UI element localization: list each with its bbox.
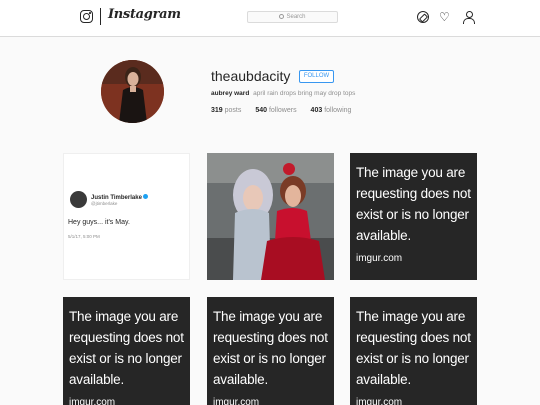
missing-image-site: imgur.com bbox=[69, 397, 116, 405]
missing-image-site: imgur.com bbox=[356, 253, 403, 264]
followers-stat[interactable]: 540 followers bbox=[255, 107, 296, 114]
activity-heart-icon[interactable]: ♡ bbox=[439, 11, 451, 23]
instagram-wordmark[interactable]: Instagram bbox=[108, 7, 181, 22]
profile-avatar[interactable] bbox=[101, 60, 164, 123]
tweet-author-handle: @jtimberlake bbox=[91, 201, 118, 206]
profile-username: theaubdacity bbox=[211, 68, 291, 84]
post-photo[interactable] bbox=[207, 153, 334, 280]
posts-stat: 319 posts bbox=[211, 107, 242, 114]
search-icon bbox=[279, 13, 285, 19]
missing-image-site: imgur.com bbox=[213, 397, 260, 405]
logo-divider bbox=[100, 8, 101, 25]
profile-user-icon[interactable] bbox=[462, 11, 475, 24]
post-missing-image[interactable]: The image you are requesting does not ex… bbox=[207, 297, 334, 405]
missing-image-message: The image you are requesting does not ex… bbox=[356, 165, 471, 243]
profile-full-name: aubrey ward bbox=[211, 90, 250, 97]
missing-image-message: The image you are requesting does not ex… bbox=[69, 309, 184, 387]
explore-compass-icon[interactable] bbox=[417, 11, 429, 23]
verified-badge-icon bbox=[142, 194, 148, 199]
post-missing-image[interactable]: The image you are requesting does not ex… bbox=[63, 297, 190, 405]
tweet-author-name: Justin Timberlake bbox=[91, 194, 148, 201]
post-tweet-screenshot[interactable]: Justin Timberlake @jtimberlake Hey guys.… bbox=[63, 153, 190, 280]
following-stat[interactable]: 403 following bbox=[311, 107, 352, 114]
missing-image-site: imgur.com bbox=[356, 397, 403, 405]
missing-image-message: The image you are requesting does not ex… bbox=[356, 309, 471, 387]
search-input[interactable]: Search bbox=[247, 11, 338, 23]
tweet-date: 5/1/17, 5:00 PM bbox=[68, 234, 100, 239]
post-missing-image[interactable]: The image you are requesting does not ex… bbox=[350, 153, 477, 280]
missing-image-message: The image you are requesting does not ex… bbox=[213, 309, 328, 387]
post-missing-image[interactable]: The image you are requesting does not ex… bbox=[350, 297, 477, 405]
follow-button[interactable]: FOLLOW bbox=[299, 70, 334, 83]
profile-bio: aubrey ward april rain drops bring may d… bbox=[211, 90, 355, 97]
top-nav-bar: Instagram Search ♡ bbox=[0, 0, 540, 37]
profile-bio-text: april rain drops bring may drop tops bbox=[253, 90, 356, 97]
tweet-text: Hey guys... it's May. bbox=[68, 219, 130, 226]
tweet-author-avatar bbox=[70, 191, 87, 208]
instagram-camera-icon[interactable] bbox=[80, 10, 93, 23]
search-placeholder: Search bbox=[286, 14, 306, 20]
profile-stats: 319 posts 540 followers 403 following bbox=[211, 107, 363, 114]
